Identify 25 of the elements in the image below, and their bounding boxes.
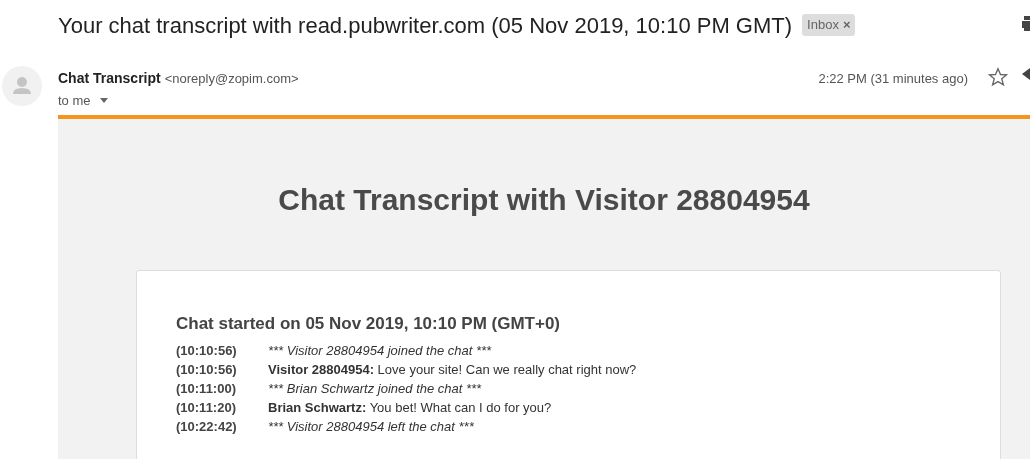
avatar-icon bbox=[2, 66, 42, 106]
label-text: Inbox bbox=[807, 16, 839, 35]
timestamp: (10:10:56) bbox=[176, 341, 238, 360]
transcript-heading: Chat Transcript with Visitor 28804954 bbox=[277, 182, 811, 218]
timestamp: (10:11:20) bbox=[176, 398, 237, 417]
star-icon[interactable] bbox=[988, 67, 1008, 87]
inbox-label[interactable]: Inbox × bbox=[802, 14, 856, 36]
reply-arrow-icon[interactable] bbox=[1022, 67, 1030, 83]
printer-icon[interactable] bbox=[1022, 16, 1030, 32]
timestamp: (10:11:00) bbox=[176, 379, 237, 398]
recipient-text: to me bbox=[58, 92, 91, 110]
chat-event-text: *** Brian Schwartz joined the chat *** bbox=[268, 379, 482, 398]
timestamp: (10:22:42) bbox=[176, 417, 238, 436]
sender-name: Chat Transcript bbox=[58, 69, 161, 88]
sender-email: <noreply@zopim.com> bbox=[164, 70, 299, 88]
chat-start-heading: Chat started on 05 Nov 2019, 10:10 PM (GMT+0) bbox=[176, 313, 562, 335]
chat-event-text: *** Visitor 28804954 joined the chat *** bbox=[268, 341, 492, 360]
chat-message-text: Brian Schwartz: You bet! What can I do for you? bbox=[268, 398, 552, 417]
dropdown-caret-icon[interactable] bbox=[98, 97, 109, 104]
message-time: 2:22 PM (31 minutes ago) bbox=[818, 70, 968, 88]
timestamp: (10:10:56) bbox=[176, 360, 238, 379]
remove-label-button[interactable]: × bbox=[842, 15, 851, 35]
chat-event-text: *** Visitor 28804954 left the chat *** bbox=[268, 417, 474, 436]
email-subject: Your chat transcript with read.pubwriter.com (05 Nov 2019, 10:10 PM GMT) bbox=[58, 11, 793, 40]
chat-message-text: Visitor 28804954: Love your site! Can we really chat right now? bbox=[268, 360, 637, 379]
